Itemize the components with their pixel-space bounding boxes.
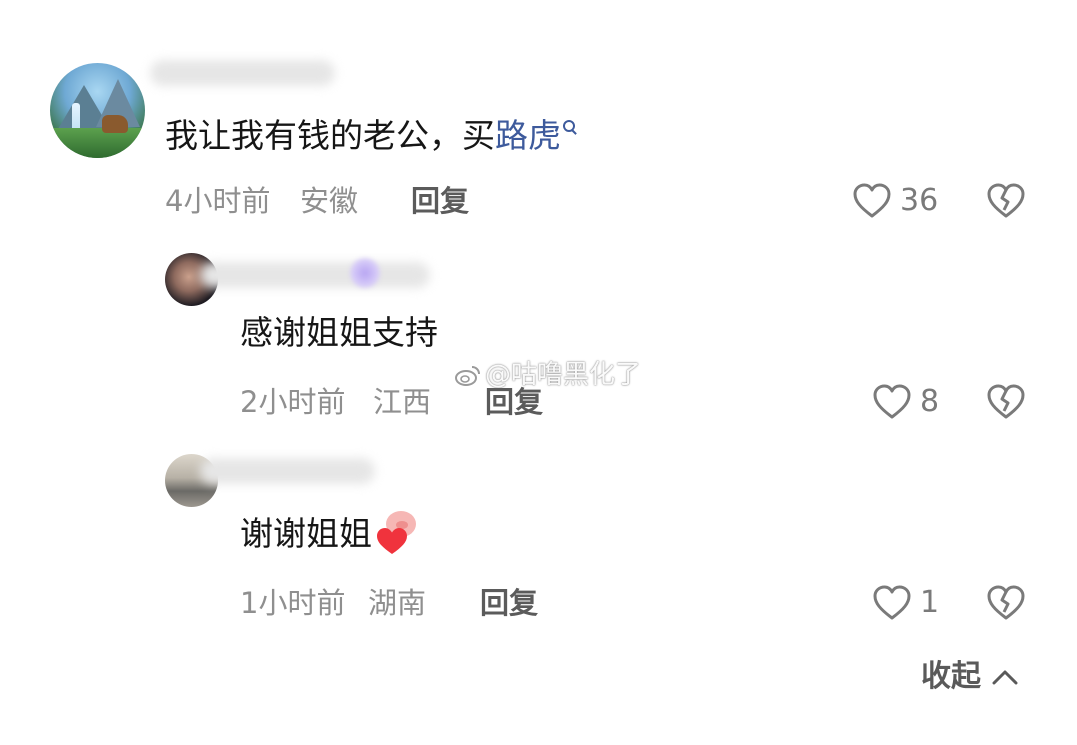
- reply-button[interactable]: 回复: [411, 182, 469, 220]
- avatar-deer: [102, 115, 128, 133]
- reply-button[interactable]: 回复: [485, 383, 543, 421]
- commenter-name-blurred[interactable]: [150, 60, 335, 86]
- broken-heart-icon[interactable]: [986, 583, 1026, 623]
- comment-text-plain: 我让我有钱的老公，买: [165, 116, 495, 155]
- watermark: @咕噜黑化了: [455, 359, 641, 391]
- reply-text: 感谢姐姐支持: [240, 313, 438, 352]
- commenter-avatar[interactable]: [50, 63, 145, 158]
- like-count: 1: [920, 585, 940, 620]
- search-icon[interactable]: [563, 120, 577, 134]
- avatar-grass: [50, 128, 145, 158]
- reply-text: 谢谢姐姐: [240, 514, 372, 553]
- comment-location: 安徽: [300, 184, 359, 218]
- broken-heart-icon[interactable]: [986, 382, 1026, 422]
- heart-icon: [853, 183, 891, 218]
- reply-time: 1小时前: [240, 586, 346, 620]
- like-count: 36: [900, 183, 939, 218]
- like-button[interactable]: 36: [852, 181, 938, 221]
- weibo-icon: [455, 366, 480, 386]
- broken-heart-icon[interactable]: [986, 181, 1026, 221]
- reply-time: 2小时前: [240, 385, 346, 419]
- collapse-label: 收起: [921, 659, 981, 694]
- chevron-up-icon: [992, 670, 1018, 685]
- heart-icon: [873, 384, 911, 419]
- reply-text-row: 谢谢姐姐: [240, 510, 420, 556]
- collapse-button[interactable]: 收起: [921, 657, 1019, 697]
- reply-name-blurred[interactable]: [200, 458, 375, 484]
- search-link[interactable]: 路虎: [495, 116, 561, 155]
- reply-location: 湖南: [368, 586, 427, 620]
- like-button[interactable]: 8: [872, 382, 939, 422]
- reply-button[interactable]: 回复: [480, 584, 538, 622]
- heart-icon: [873, 585, 911, 620]
- comment-time: 4小时前: [165, 184, 271, 218]
- reply-badge: [350, 258, 380, 288]
- reply-name-blurred[interactable]: [200, 262, 430, 288]
- reply-location: 江西: [373, 385, 432, 419]
- pig-heart-emoji: [374, 510, 420, 555]
- like-count: 8: [920, 384, 940, 419]
- like-button[interactable]: 1: [872, 583, 939, 623]
- comment-text: 我让我有钱的老公，买路虎: [165, 114, 577, 158]
